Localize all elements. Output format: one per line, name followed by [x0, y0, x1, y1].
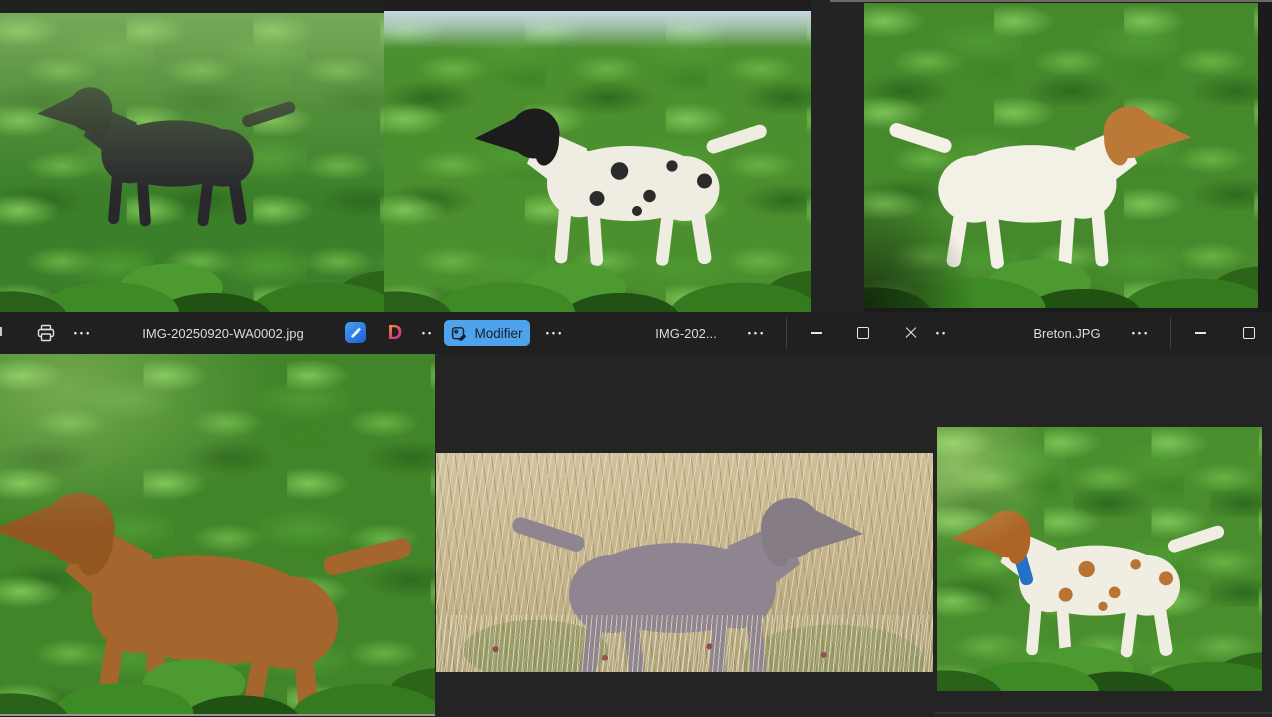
foreground-leaves [384, 180, 811, 312]
title-bar-divider [1170, 317, 1171, 349]
clipped-icon [0, 327, 2, 336]
top-window-chrome [0, 0, 384, 13]
printer-icon [36, 324, 56, 342]
foreground-leaves [0, 554, 435, 714]
minimize-button[interactable] [1185, 312, 1215, 354]
title-bar-row: ••• IMG-20250920-WA0002.jpg D •• Modifie… [0, 312, 1272, 354]
maximize-icon [1243, 327, 1255, 339]
edit-button[interactable]: Modifier [444, 320, 530, 346]
maximize-button[interactable] [1234, 312, 1264, 354]
window-gap [811, 0, 864, 312]
photo-1 [0, 13, 384, 312]
maximize-button[interactable] [848, 312, 878, 354]
desktop: ••• IMG-20250920-WA0002.jpg D •• Modifie… [0, 0, 1272, 717]
print-button[interactable] [30, 312, 62, 354]
foreground-leaves [937, 576, 1262, 691]
more-options-button[interactable]: ••• [542, 312, 568, 354]
title-bar-divider [786, 317, 787, 349]
close-icon [904, 326, 918, 340]
ai-edit-icon [348, 325, 363, 340]
ai-edit-tile-button[interactable] [345, 322, 366, 343]
foreground-leaves [0, 180, 384, 312]
filename-label: IMG-202... [626, 312, 746, 354]
minimize-icon [811, 332, 822, 333]
edit-image-icon [451, 325, 468, 342]
photo-6 [937, 427, 1262, 691]
more-options-button[interactable]: ••• [744, 312, 770, 354]
close-button[interactable] [896, 312, 926, 354]
minimize-button[interactable] [801, 312, 831, 354]
photo-5 [436, 453, 933, 672]
photo-2 [384, 11, 811, 312]
more-options-button[interactable]: ••• [1128, 312, 1154, 354]
edit-button-label: Modifier [474, 326, 522, 341]
top-window-chrome [384, 0, 811, 11]
window-top-border [830, 0, 1272, 2]
filename-label: IMG-20250920-WA0002.jpg [118, 312, 328, 354]
minimize-icon [1195, 332, 1206, 333]
more-options-button-clipped[interactable]: •• [420, 312, 436, 354]
window-bottom-border [935, 712, 1272, 714]
foreground-grass [436, 615, 933, 672]
designer-icon[interactable]: D [384, 320, 406, 346]
filename-label: Breton.JPG [1000, 312, 1134, 354]
more-options-button-clipped[interactable]: •• [935, 312, 949, 354]
foreground-leaves [864, 174, 1258, 308]
photo-3 [864, 3, 1258, 308]
more-options-button[interactable]: ••• [70, 312, 96, 354]
photo-4 [0, 354, 435, 714]
maximize-icon [857, 327, 869, 339]
